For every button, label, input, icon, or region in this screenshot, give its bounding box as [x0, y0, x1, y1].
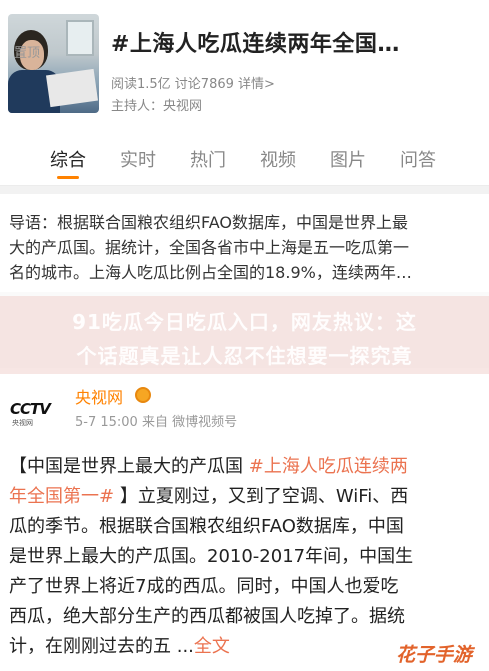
section-divider: [0, 186, 489, 194]
author-avatar[interactable]: CCTV 央视网: [8, 394, 66, 430]
avatar-subtitle: 央视网: [12, 419, 33, 427]
topic-host: 主持人：央视网: [111, 99, 203, 114]
topic-title: #上海人吃瓜连续两年全国…: [111, 32, 400, 57]
verified-badge-icon: [135, 387, 151, 403]
thumb-paper: [46, 68, 98, 108]
overlay-headline-line1: 91吃瓜今日吃瓜入口，网友热议：这: [72, 310, 417, 334]
cctv-logo-icon: CCTV: [10, 400, 51, 418]
post-line: 年全国第一# 】立夏刚过，又到了空调、WiFi、西: [9, 482, 481, 512]
post-body[interactable]: 【中国是世界上最大的产瓜国 #上海人吃瓜连续两 年全国第一# 】立夏刚过，又到了…: [9, 452, 481, 662]
post-text: 【中国是世界上最大的产瓜国: [9, 456, 249, 477]
post-line: 【中国是世界上最大的产瓜国 #上海人吃瓜连续两: [9, 452, 481, 482]
post-line: 产了世界上将近7成的西瓜。同时，中国人也爱吃: [9, 576, 399, 597]
topic-stats-link[interactable]: 阅读1.5亿 讨论7869 详情>: [111, 73, 275, 92]
topic-thumbnail[interactable]: [8, 14, 99, 113]
tab-hot[interactable]: 热门: [190, 146, 226, 172]
overlay-headline-line2: 个话题真是让人忍不住想要一探究竟: [76, 344, 413, 368]
topic-guide[interactable]: 导语：根据联合国粮农组织FAO数据库，中国是世界上最 大的产瓜国。据统计，全国各…: [9, 210, 481, 285]
post-line: 瓜的季节。根据联合国粮农组织FAO数据库，中国: [9, 516, 404, 537]
post-meta: 5-7 15:00 来自 微博视频号: [75, 415, 238, 430]
active-tab-indicator: [57, 176, 79, 179]
guide-line: 名的城市。上海人吃瓜比例占全国的18.9%，连续两年…: [9, 263, 412, 282]
tab-qa[interactable]: 问答: [400, 146, 436, 172]
site-watermark: 花子手游: [396, 644, 473, 666]
post-line: 西瓜，绝大部分生产的西瓜都被国人吃掉了。据统: [9, 606, 405, 627]
guide-line: 导语：根据联合国粮农组织FAO数据库，中国是世界上最: [9, 213, 408, 232]
read-more-link[interactable]: 全文: [194, 636, 230, 657]
hashtag-link[interactable]: 年全国第一#: [9, 486, 114, 507]
hashtag-link[interactable]: #上海人吃瓜连续两: [249, 456, 408, 477]
post-text: 计，在刚刚过去的五 ...: [9, 636, 194, 657]
author-name[interactable]: 央视网: [75, 384, 123, 408]
tab-video[interactable]: 视频: [260, 146, 296, 172]
pinned-label: 置顶: [14, 46, 41, 61]
tab-realtime[interactable]: 实时: [120, 146, 156, 172]
tab-bar: 综合 实时 热门 视频 图片 问答: [0, 122, 489, 186]
guide-line: 大的产瓜国。据统计，全国各省市中上海是五一吃瓜第一: [9, 238, 410, 257]
post-line: 是世界上最大的产瓜国。2010-2017年间，中国生: [9, 546, 414, 567]
tab-comprehensive[interactable]: 综合: [50, 146, 86, 172]
thumb-window: [66, 20, 94, 56]
topic-header: #上海人吃瓜连续两年全国… 阅读1.5亿 讨论7869 详情> 主持人：央视网: [0, 0, 489, 122]
post-text: 】立夏刚过，又到了空调、WiFi、西: [114, 486, 409, 507]
tab-images[interactable]: 图片: [330, 146, 366, 172]
